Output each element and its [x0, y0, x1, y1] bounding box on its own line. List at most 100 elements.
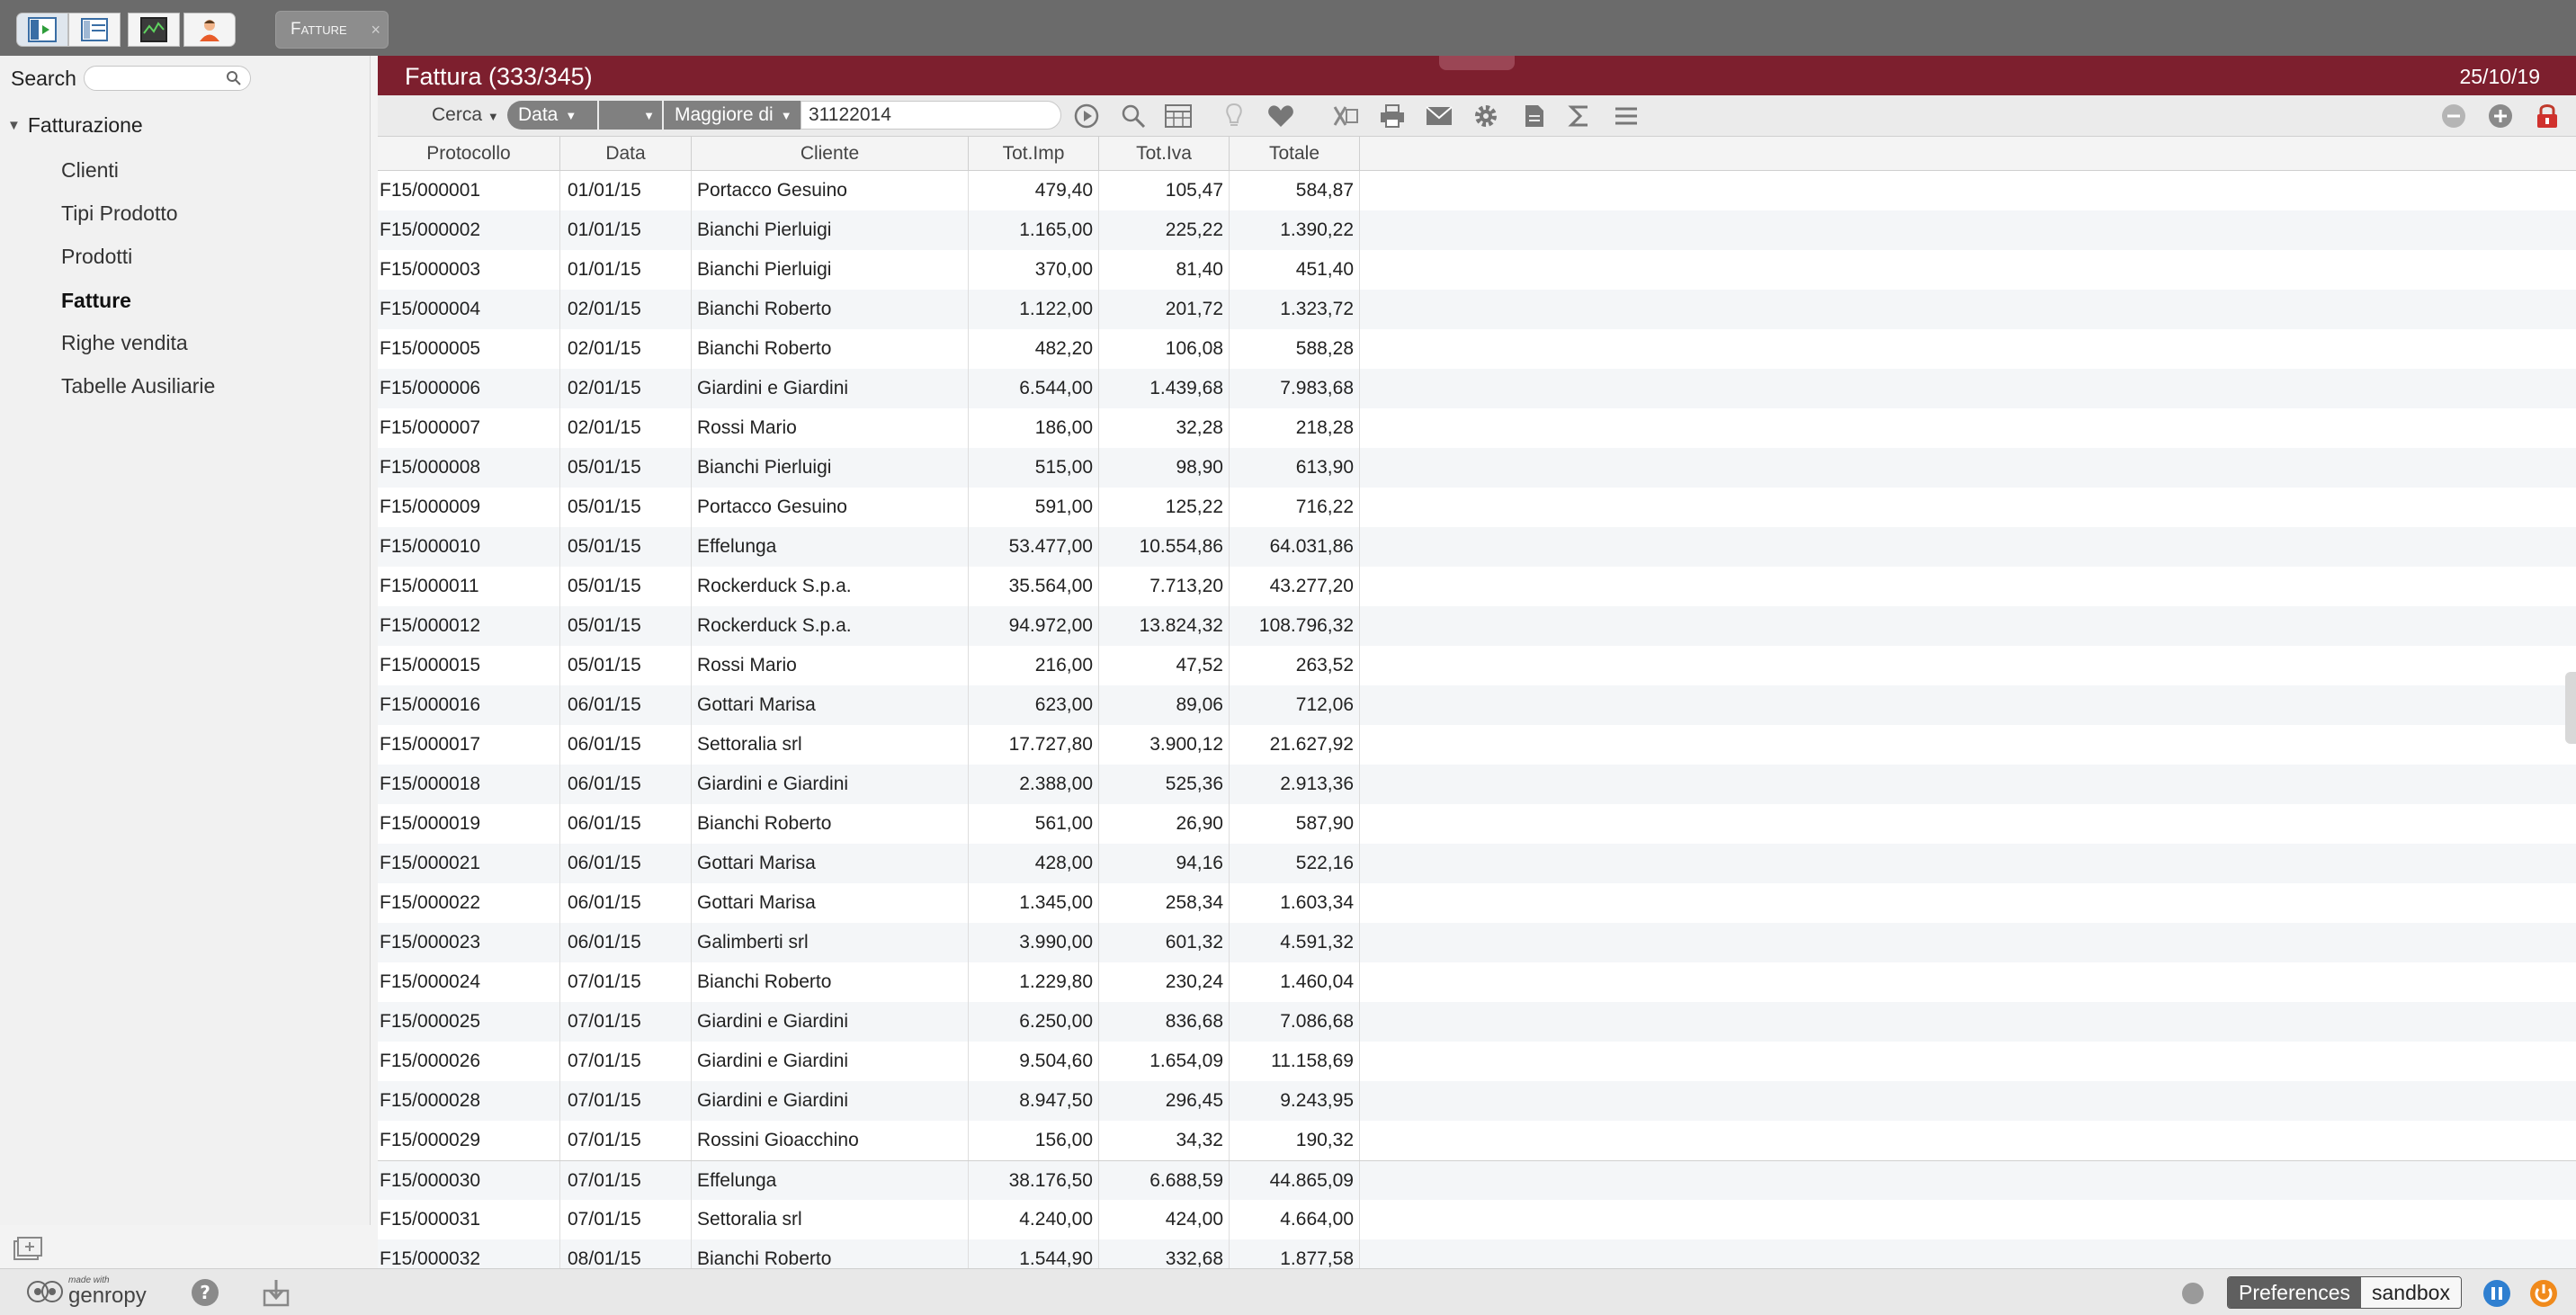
sidebar-item-righe-vendita[interactable]: Righe vendita	[61, 331, 188, 355]
column-header-tot-iva[interactable]: Tot.Iva	[1099, 137, 1230, 171]
table-row[interactable]: F15/000010 05/01/15 Effelunga 53.477,00 10.5…	[378, 527, 2576, 567]
email-button[interactable]	[1425, 103, 1453, 130]
pause-button[interactable]	[2482, 1279, 2511, 1312]
column-header-data[interactable]: Data	[560, 137, 692, 171]
table-row[interactable]: F15/000009 05/01/15 Portacco Gesuino 591,00…	[378, 488, 2576, 527]
cerca-menu[interactable]: Cerca ▼	[432, 104, 499, 126]
cell-data: 05/01/15	[560, 488, 692, 527]
cell-data: 06/01/15	[560, 765, 692, 804]
table-row[interactable]: F15/000016 06/01/15 Gottari Marisa 623,00 89…	[378, 685, 2576, 725]
table-row[interactable]: F15/000028 07/01/15 Giardini e Giardini 8.9…	[378, 1081, 2576, 1121]
sidebar-item-tabelle-ausiliarie[interactable]: Tabelle Ausiliarie	[61, 374, 215, 398]
frame-toggle-icon	[28, 17, 57, 42]
tab-fatture[interactable]: Fatture ×	[275, 11, 389, 49]
sidebar-item-prodotti[interactable]: Prodotti	[61, 245, 132, 269]
column-header-totale[interactable]: Totale	[1230, 137, 1360, 171]
caret-down-icon[interactable]: ▼	[7, 118, 21, 133]
table-row[interactable]: F15/000032 08/01/15 Bianchi Roberto 1.544,9…	[378, 1239, 2576, 1268]
table-row[interactable]: F15/000026 07/01/15 Giardini e Giardini 9.5…	[378, 1042, 2576, 1081]
tab-close-icon[interactable]: ×	[371, 21, 380, 40]
cell-tot-iva: 89,06	[1099, 685, 1230, 725]
totals-button[interactable]	[1565, 103, 1594, 130]
cell-totale: 584,87	[1230, 171, 1360, 210]
table-row[interactable]: F15/000002 01/01/15 Bianchi Pierluigi 1.165…	[378, 210, 2576, 250]
table-row[interactable]: F15/000021 06/01/15 Gottari Marisa 428,00 94…	[378, 844, 2576, 883]
print-button[interactable]	[1378, 103, 1407, 130]
table-row[interactable]: F15/000017 06/01/15 Settoralia srl 17.727,8…	[378, 725, 2576, 765]
cell-protocollo: F15/000002	[378, 210, 560, 250]
search-query-button[interactable]	[1119, 103, 1148, 130]
sidebar-item-clienti[interactable]: Clienti	[61, 158, 119, 183]
document-button[interactable]	[1520, 103, 1549, 130]
cell-tot-iva: 98,90	[1099, 448, 1230, 488]
page-title: Fattura (333/345)	[405, 63, 593, 90]
sidebar-item-fatture[interactable]: Fatture	[61, 289, 131, 313]
cell-data: 07/01/15	[560, 1002, 692, 1042]
user-button[interactable]	[183, 13, 236, 47]
scrollbar[interactable]	[2565, 672, 2576, 744]
table-row[interactable]: F15/000018 06/01/15 Giardini e Giardini 2.3…	[378, 765, 2576, 804]
frame-toggle-button[interactable]	[16, 13, 68, 47]
table-row[interactable]: F15/000023 06/01/15 Galimberti srl 3.990,00…	[378, 923, 2576, 962]
table-row[interactable]: F15/000006 02/01/15 Giardini e Giardini 6.5…	[378, 369, 2576, 408]
column-header-protocollo[interactable]: Protocollo	[378, 137, 560, 171]
field-select[interactable]: Data ▼	[507, 101, 597, 130]
table-row[interactable]: F15/000024 07/01/15 Bianchi Roberto 1.229,8…	[378, 962, 2576, 1002]
preferences-button[interactable]: Preferences	[2228, 1277, 2362, 1308]
logout-button[interactable]	[2529, 1279, 2558, 1312]
layout-button[interactable]	[68, 13, 121, 47]
field-select-label: Data	[518, 104, 559, 125]
column-header-cliente[interactable]: Cliente	[692, 137, 969, 171]
cell-totale: 1.323,72	[1230, 290, 1360, 329]
menu-button[interactable]	[1612, 103, 1641, 130]
table-row[interactable]: F15/000004 02/01/15 Bianchi Roberto 1.122,0…	[378, 290, 2576, 329]
cell-cliente: Giardini e Giardini	[692, 369, 969, 408]
help-button[interactable]: ?	[191, 1278, 219, 1311]
actions-button[interactable]	[1471, 103, 1500, 130]
cell-cliente: Bianchi Pierluigi	[692, 250, 969, 290]
add-frame-button[interactable]	[13, 1236, 43, 1266]
cell-tot-iva: 201,72	[1099, 290, 1230, 329]
search-input[interactable]	[83, 66, 251, 91]
add-record-button[interactable]	[2486, 103, 2515, 130]
table-row[interactable]: F15/000007 02/01/15 Rossi Mario 186,00 32,28…	[378, 408, 2576, 448]
table-row[interactable]: F15/000005 02/01/15 Bianchi Roberto 482,20 1…	[378, 329, 2576, 369]
export-excel-button[interactable]	[1331, 103, 1360, 130]
table-row[interactable]: F15/000015 05/01/15 Rossi Mario 216,00 47,52…	[378, 646, 2576, 685]
table-row[interactable]: F15/000012 05/01/15 Rockerduck S.p.a. 94.97…	[378, 606, 2576, 646]
table-row[interactable]: F15/000030 07/01/15 Effelunga 38.176,50 6.68…	[378, 1160, 2576, 1201]
header-handle[interactable]	[1439, 56, 1515, 70]
download-button[interactable]	[263, 1278, 290, 1311]
sidebar-item-tipi-prodotto[interactable]: Tipi Prodotto	[61, 201, 178, 226]
table-row[interactable]: F15/000011 05/01/15 Rockerduck S.p.a. 35.56…	[378, 567, 2576, 606]
table-row[interactable]: F15/000019 06/01/15 Bianchi Roberto 561,00 2…	[378, 804, 2576, 844]
cell-tot-imp: 38.176,50	[969, 1161, 1099, 1201]
table-view-button[interactable]	[1164, 103, 1193, 130]
sandbox-button[interactable]: sandbox	[2361, 1277, 2461, 1308]
operator-select[interactable]: ▼	[599, 101, 662, 130]
table-row[interactable]: F15/000029 07/01/15 Rossini Gioacchino 156,…	[378, 1121, 2576, 1160]
query-value-input[interactable]: 31122014	[801, 101, 1061, 130]
search-label: Search	[11, 66, 76, 90]
search-icon	[226, 71, 241, 85]
cell-tot-iva: 7.713,20	[1099, 567, 1230, 606]
cell-cliente: Bianchi Roberto	[692, 962, 969, 1002]
table-row[interactable]: F15/000008 05/01/15 Bianchi Pierluigi 515,0…	[378, 448, 2576, 488]
lock-button[interactable]	[2533, 103, 2562, 130]
run-query-button[interactable]	[1072, 103, 1101, 130]
hint-button[interactable]	[1220, 103, 1248, 130]
table-row[interactable]: F15/000031 07/01/15 Settoralia srl 4.240,00…	[378, 1200, 2576, 1239]
cell-protocollo: F15/000001	[378, 171, 560, 210]
tree-root-fatturazione[interactable]: ▼ Fatturazione	[7, 113, 143, 138]
cell-totale: 11.158,69	[1230, 1042, 1360, 1081]
delete-record-button[interactable]	[2439, 103, 2468, 130]
cell-protocollo: F15/000006	[378, 369, 560, 408]
column-header-tot-imp[interactable]: Tot.Imp	[969, 137, 1099, 171]
table-row[interactable]: F15/000022 06/01/15 Gottari Marisa 1.345,00…	[378, 883, 2576, 923]
condition-select[interactable]: Maggiore di ▼	[664, 101, 801, 130]
table-row[interactable]: F15/000001 01/01/15 Portacco Gesuino 479,40…	[378, 171, 2576, 210]
favorite-button[interactable]	[1266, 103, 1295, 130]
table-row[interactable]: F15/000003 01/01/15 Bianchi Pierluigi 370,0…	[378, 250, 2576, 290]
monitor-button[interactable]	[128, 13, 180, 47]
table-row[interactable]: F15/000025 07/01/15 Giardini e Giardini 6.2…	[378, 1002, 2576, 1042]
